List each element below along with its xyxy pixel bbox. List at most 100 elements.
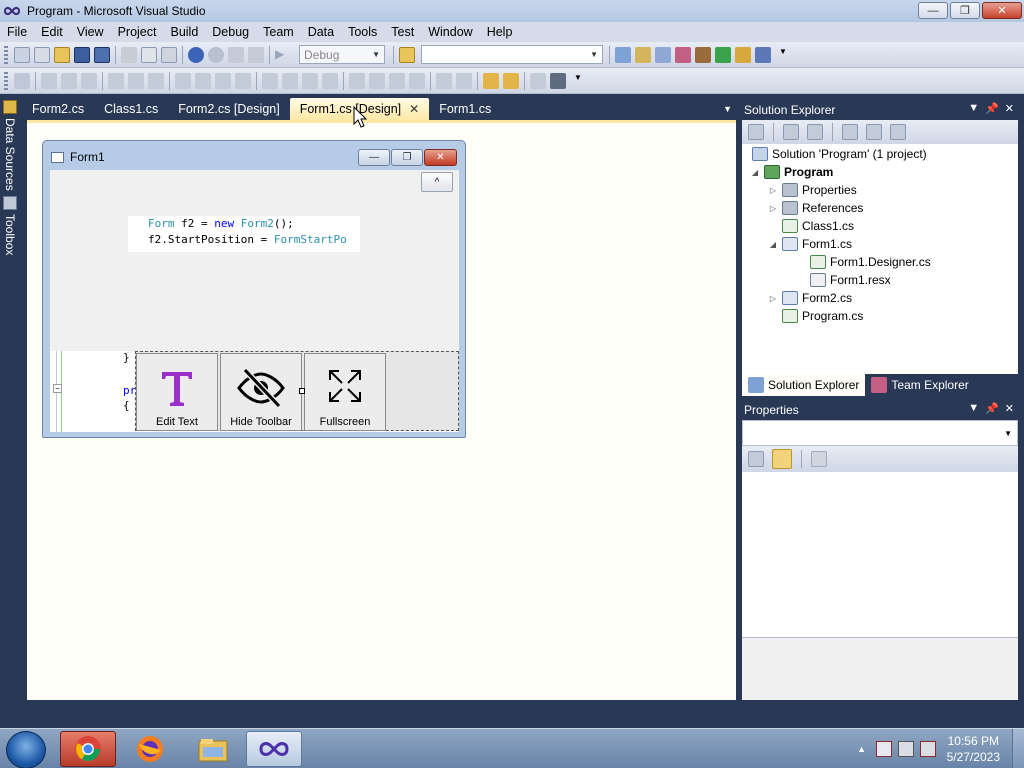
make-same-size-icon[interactable] xyxy=(235,72,251,89)
menu-help[interactable]: Help xyxy=(480,25,520,39)
property-grid[interactable] xyxy=(742,472,1018,638)
menu-view[interactable]: View xyxy=(70,25,111,39)
tree-item-class1[interactable]: Class1.cs xyxy=(782,219,854,233)
toolbar-options-icon[interactable]: ▼ xyxy=(570,73,586,89)
view-code-icon[interactable] xyxy=(842,124,858,140)
align-tops-icon[interactable] xyxy=(108,72,124,89)
solution-explorer-icon[interactable] xyxy=(615,46,631,63)
form-close-button[interactable]: ✕ xyxy=(424,149,457,166)
hide-toolbar-button[interactable]: Hide Toolbar xyxy=(220,353,302,431)
tree-item-form1-designer[interactable]: Form1.Designer.cs xyxy=(810,255,931,269)
decrease-horizontal-spacing-icon[interactable] xyxy=(302,72,318,89)
collapsed-icon[interactable]: ▷ xyxy=(768,294,778,303)
add-item-icon[interactable] xyxy=(34,46,50,63)
decrease-vertical-spacing-icon[interactable] xyxy=(389,72,405,89)
form-maximize-button[interactable]: ❐ xyxy=(391,149,423,166)
vertical-spacing-equal-icon[interactable] xyxy=(349,72,365,89)
refresh-icon[interactable] xyxy=(807,124,823,140)
taskbar-file-explorer[interactable] xyxy=(185,731,241,767)
toolbar-options-icon[interactable]: ▼ xyxy=(775,47,791,63)
align-lefts-icon[interactable] xyxy=(41,72,57,89)
align-middles-icon[interactable] xyxy=(128,72,144,89)
start-button[interactable] xyxy=(6,731,46,768)
center-vertically-icon[interactable] xyxy=(456,72,472,89)
outline-collapse-icon[interactable]: − xyxy=(53,384,62,393)
tree-item-references[interactable]: ▷ References xyxy=(768,201,863,215)
bring-to-front-icon[interactable] xyxy=(483,72,499,89)
close-icon[interactable]: ✕ xyxy=(1005,102,1014,115)
new-project-icon[interactable] xyxy=(14,46,30,63)
toolbox-tab[interactable]: Toolbox xyxy=(0,196,20,255)
menu-data[interactable]: Data xyxy=(301,25,341,39)
menu-window[interactable]: Window xyxy=(421,25,479,39)
tree-item-program-cs[interactable]: Program.cs xyxy=(782,309,863,323)
tab-form2-design[interactable]: Form2.cs [Design] xyxy=(168,98,289,120)
close-tab-icon[interactable]: ✕ xyxy=(409,102,419,116)
form1-window[interactable]: Form1 — ❐ ✕ ^ Form f2 = new Form2(); f2.… xyxy=(42,140,466,438)
pin-icon[interactable]: 📌 xyxy=(985,102,999,115)
show-all-files-icon[interactable] xyxy=(783,124,799,140)
pin-icon[interactable]: 📌 xyxy=(985,402,999,415)
view-designer-icon[interactable] xyxy=(866,124,882,140)
tree-item-form1-resx[interactable]: Form1.resx xyxy=(810,273,891,287)
close-button[interactable]: ✕ xyxy=(982,2,1022,19)
copy-icon[interactable] xyxy=(141,46,157,63)
object-browser-icon[interactable] xyxy=(655,46,671,63)
tab-overflow-icon[interactable]: ▼ xyxy=(723,104,732,114)
start-debugging-icon[interactable]: ▶ xyxy=(275,47,291,63)
increase-vertical-spacing-icon[interactable] xyxy=(369,72,385,89)
properties-icon[interactable] xyxy=(748,124,764,140)
property-pages-icon[interactable] xyxy=(811,451,827,467)
undo-icon[interactable] xyxy=(188,46,204,63)
taskbar-visual-studio[interactable] xyxy=(246,731,302,767)
edit-text-button[interactable]: Edit Text xyxy=(136,353,218,431)
align-bottoms-icon[interactable] xyxy=(148,72,164,89)
categorized-icon[interactable] xyxy=(748,451,764,467)
toolbar-grip[interactable] xyxy=(4,71,8,90)
menu-file[interactable]: File xyxy=(0,25,34,39)
make-same-width-icon[interactable] xyxy=(175,72,191,89)
team-explorer-icon[interactable] xyxy=(675,46,691,63)
toolbar-grip[interactable] xyxy=(4,45,8,64)
resize-handle[interactable] xyxy=(299,388,305,394)
form1-client-area[interactable]: ^ Form f2 = new Form2(); f2.StartPositio… xyxy=(50,170,459,432)
object-selector-combo[interactable]: ▼ xyxy=(742,420,1018,446)
tab-form2-cs[interactable]: Form2.cs xyxy=(22,98,94,120)
extension-manager-icon[interactable] xyxy=(735,46,751,63)
save-all-icon[interactable] xyxy=(94,46,110,63)
menu-tools[interactable]: Tools xyxy=(341,25,384,39)
find-in-files-icon[interactable] xyxy=(399,46,415,63)
volume-muted-icon[interactable] xyxy=(919,741,936,757)
navigate-forward-icon[interactable] xyxy=(248,46,264,63)
tree-item-solution[interactable]: Solution 'Program' (1 project) xyxy=(752,147,927,161)
toolbox-icon[interactable] xyxy=(695,46,711,63)
align-rights-icon[interactable] xyxy=(81,72,97,89)
fullscreen-button[interactable]: Fullscreen xyxy=(304,353,386,431)
expanded-icon[interactable]: ◢ xyxy=(750,168,760,177)
collapsed-icon[interactable]: ▷ xyxy=(768,186,778,195)
tree-item-form2[interactable]: ▷ Form2.cs xyxy=(768,291,852,305)
navigate-backward-icon[interactable] xyxy=(228,46,244,63)
start-page-icon[interactable] xyxy=(715,46,731,63)
open-file-icon[interactable] xyxy=(54,46,70,63)
alphabetical-icon[interactable] xyxy=(772,449,792,469)
redo-icon[interactable] xyxy=(208,46,224,63)
tab-class1-cs[interactable]: Class1.cs xyxy=(94,98,168,120)
network-icon[interactable] xyxy=(897,741,914,757)
paste-icon[interactable] xyxy=(161,46,177,63)
horizontal-spacing-equal-icon[interactable] xyxy=(262,72,278,89)
menu-team[interactable]: Team xyxy=(256,25,301,39)
minimize-button[interactable]: — xyxy=(918,2,948,19)
find-combo[interactable]: ▼ xyxy=(421,45,603,64)
maximize-button[interactable]: ❐ xyxy=(950,2,980,19)
action-center-icon[interactable] xyxy=(875,741,892,757)
close-icon[interactable]: ✕ xyxy=(1005,402,1014,415)
taskbar-chrome[interactable] xyxy=(60,731,116,767)
tab-solution-explorer[interactable]: Solution Explorer xyxy=(742,374,866,396)
menu-build[interactable]: Build xyxy=(163,25,205,39)
window-position-icon[interactable]: ▼ xyxy=(968,402,979,415)
toolbar-panel[interactable]: Edit Text Hide Toolbar Fullscreen xyxy=(135,351,459,431)
collapse-button[interactable]: ^ xyxy=(421,172,453,192)
cut-icon[interactable] xyxy=(121,46,137,63)
lock-controls-icon[interactable] xyxy=(550,72,566,89)
